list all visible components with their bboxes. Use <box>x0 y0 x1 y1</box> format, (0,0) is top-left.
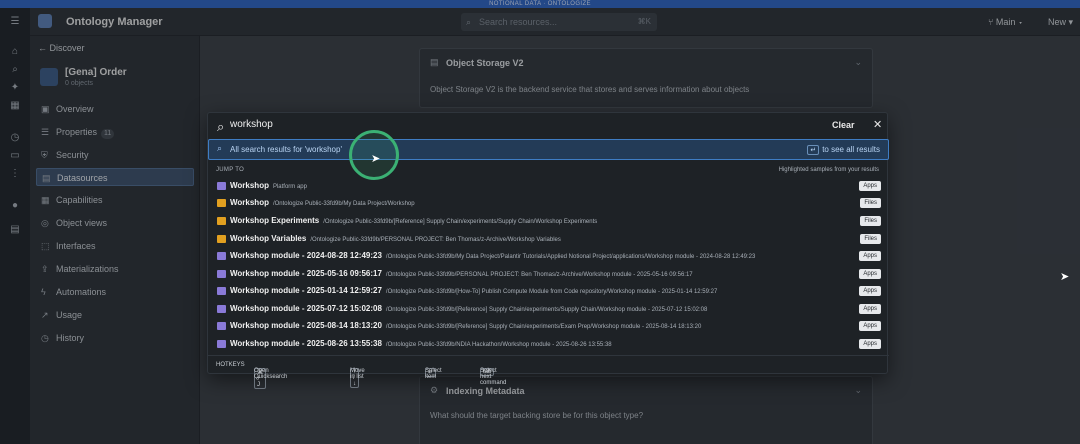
result-name: Workshop <box>230 198 269 207</box>
result-type-badge: Files <box>860 198 881 208</box>
result-row[interactable]: Workshop module - 2025-08-26 13:55:38/On… <box>208 336 889 353</box>
app-icon <box>217 182 226 190</box>
result-name: Workshop Variables <box>230 234 307 243</box>
tab-label: Select next command <box>480 368 507 386</box>
result-path: /Ontologize Public-33fd9b/My Data Projec… <box>385 254 756 260</box>
result-row[interactable]: Workshop Variables/Ontologize Public-33f… <box>208 231 889 248</box>
result-name: Workshop module - 2025-01-14 12:59:27 <box>230 286 382 295</box>
result-name: Workshop Experiments <box>230 216 320 225</box>
result-path: /Ontologize Public-33fd9b/[Reference] Su… <box>385 307 708 313</box>
result-path: Platform app <box>272 184 307 190</box>
result-type-badge: Apps <box>859 321 881 331</box>
result-type-badge: Apps <box>859 251 881 261</box>
result-row[interactable]: Workshop module - 2024-08-28 12:49:23/On… <box>208 248 889 265</box>
result-type-badge: Apps <box>859 304 881 314</box>
app-icon <box>217 322 226 330</box>
result-type-badge: Apps <box>859 181 881 191</box>
result-row[interactable]: Workshop module - 2025-05-16 09:56:17/On… <box>208 266 889 283</box>
result-type-badge: Files <box>860 234 881 244</box>
close-icon[interactable]: ✕ <box>873 118 882 131</box>
highlighted-samples-note: Highlighted samples from your results <box>778 167 879 173</box>
result-path: /Ontologize Public-33fd9b/[Reference] Su… <box>385 324 702 330</box>
quicksearch-input[interactable]: workshop <box>230 118 273 132</box>
app-icon <box>217 340 226 348</box>
app-icon <box>217 252 226 260</box>
folder-icon <box>217 199 226 207</box>
result-path: /Ontologize Public-33fd9b/PERSONAL PROJE… <box>310 237 561 243</box>
enter-key-icon: ↵ <box>807 145 820 155</box>
see-all-label: to see all results <box>822 145 880 154</box>
result-name: Workshop module - 2024-08-28 12:49:23 <box>230 251 382 260</box>
result-type-badge: Apps <box>859 339 881 349</box>
result-path: /Ontologize Public-33fd9b/PERSONAL PROJE… <box>385 272 693 278</box>
result-name: Workshop module - 2025-07-12 15:02:08 <box>230 304 382 313</box>
hotkeys-label: HOTKEYS <box>216 362 245 368</box>
result-type-badge: Files <box>860 216 881 226</box>
result-row[interactable]: Workshop module - 2025-01-14 12:59:27/On… <box>208 283 889 300</box>
result-path: /Ontologize Public-33fd9b/[Reference] Su… <box>323 219 598 225</box>
result-type-badge: Apps <box>859 269 881 279</box>
app-icon <box>217 270 226 278</box>
app-icon <box>217 305 226 313</box>
result-path: /Ontologize Public-33fd9b/My Data Projec… <box>272 201 415 207</box>
folder-icon <box>217 217 226 225</box>
search-icon: ⌕ <box>217 143 223 153</box>
mouse-cursor-icon: ➤ <box>1060 271 1070 283</box>
result-row[interactable]: Workshop/Ontologize Public-33fd9b/My Dat… <box>208 195 889 212</box>
folder-icon <box>217 235 226 243</box>
result-path: /Ontologize Public-33fd9b/NDIA Hackathon… <box>385 342 612 348</box>
result-row[interactable]: Workshop Platform app Apps <box>208 178 889 195</box>
mouse-cursor-icon: ➤ <box>371 153 381 165</box>
result-row[interactable]: Workshop module - 2025-07-12 15:02:08/On… <box>208 301 889 318</box>
see-all-hint: ↵ to see all results <box>807 145 880 155</box>
open-label: Open Quicksearch <box>254 368 288 380</box>
result-row[interactable]: Workshop module - 2025-08-14 18:13:20/On… <box>208 318 889 335</box>
hotkeys-footer: HOTKEYS ⌘ + J Open Quicksearch ↑ / ↓ Mov… <box>208 355 889 389</box>
result-name: Workshop module - 2025-08-14 18:13:20 <box>230 321 382 330</box>
select-label: Select item <box>425 368 442 380</box>
all-results-label: All search results for 'workshop' <box>230 145 342 154</box>
result-name: Workshop module - 2025-08-26 13:55:38 <box>230 339 382 348</box>
search-icon: ⌕ <box>217 119 225 134</box>
app-icon <box>217 287 226 295</box>
result-type-badge: Apps <box>859 286 881 296</box>
clear-button[interactable]: Clear <box>832 120 855 130</box>
result-row[interactable]: Workshop Experiments/Ontologize Public-3… <box>208 213 889 230</box>
move-label: Move in list <box>350 368 365 380</box>
result-name: Workshop <box>230 181 269 190</box>
result-name: Workshop module - 2025-05-16 09:56:17 <box>230 269 382 278</box>
result-path: /Ontologize Public-33fd9b/[How-To] Publi… <box>385 289 718 295</box>
all-search-results-row[interactable]: ⌕ All search results for 'workshop' ↵ to … <box>208 139 889 160</box>
jump-to-heading: JUMP TO <box>216 167 245 173</box>
quicksearch-modal: ⌕ workshop Clear ✕ ⌕ All search results … <box>207 112 889 389</box>
